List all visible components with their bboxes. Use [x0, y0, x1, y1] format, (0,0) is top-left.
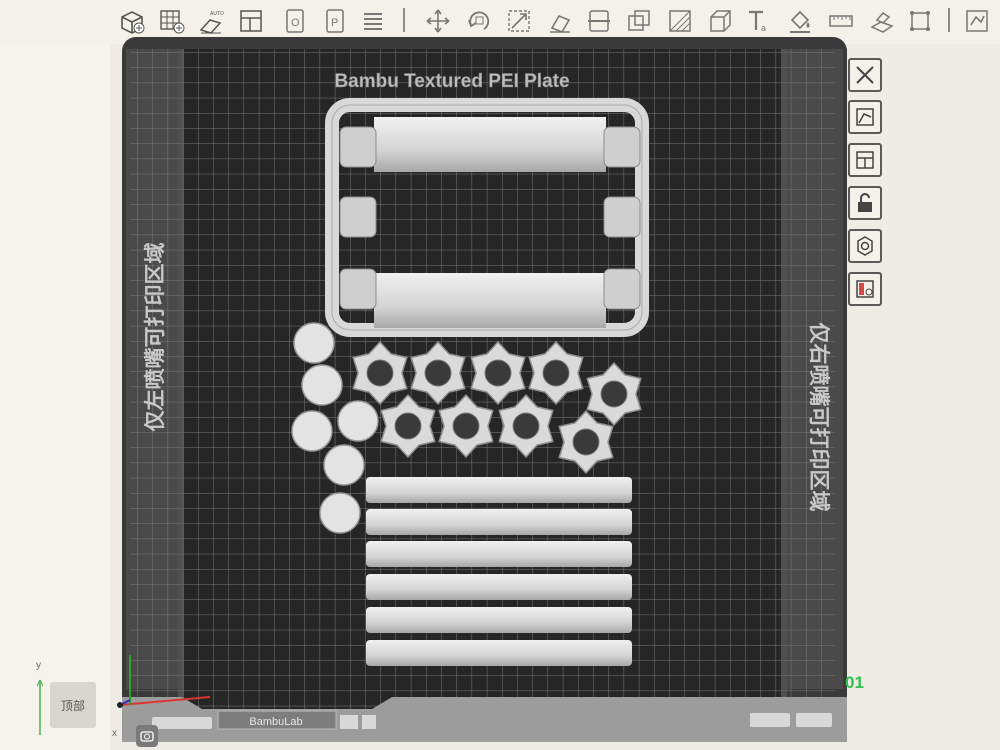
build-plate[interactable]: Bambu Textured PEI Plate 仅左喷嘴可打印区域 仅右喷嘴可… — [122, 37, 847, 742]
rotate-icon[interactable] — [464, 6, 494, 36]
gear-hole — [394, 412, 422, 440]
axes-gizmo — [36, 655, 211, 735]
axis-x-label: x — [112, 728, 117, 739]
plate-filament-button[interactable] — [848, 272, 882, 306]
fit-view-icon[interactable] — [905, 6, 935, 36]
variable-layer-icon[interactable] — [962, 6, 992, 36]
add-plate-icon[interactable] — [157, 6, 187, 36]
split-objects-icon[interactable]: O — [280, 6, 310, 36]
gear-hole — [484, 359, 512, 387]
arrange-plate-button[interactable] — [848, 143, 882, 177]
gear-hole — [600, 380, 628, 408]
arrange-icon — [856, 151, 874, 169]
measure-icon[interactable] — [826, 6, 856, 36]
scale-icon[interactable] — [504, 6, 534, 36]
split-parts-icon[interactable]: P — [320, 6, 350, 36]
camera-icon — [140, 731, 154, 742]
add-object-icon[interactable] — [117, 6, 147, 36]
gear-hole — [452, 412, 480, 440]
gear-hole — [366, 359, 394, 387]
svg-text:P: P — [331, 17, 338, 29]
auto-orient-plate-button[interactable] — [848, 100, 882, 134]
svg-text:a: a — [761, 23, 766, 33]
move-icon[interactable] — [423, 6, 453, 36]
assembly-icon[interactable] — [867, 6, 897, 36]
lock-plate-button[interactable] — [848, 186, 882, 220]
layers-icon[interactable] — [358, 6, 388, 36]
left-panel — [0, 44, 110, 750]
brand-logo-text: BambuLab — [249, 716, 302, 728]
support-paint-icon[interactable] — [665, 6, 695, 36]
filament-icon — [856, 280, 874, 298]
plate-number: 01 — [845, 673, 864, 692]
orient-icon — [856, 108, 874, 126]
toolbar-separator — [948, 8, 950, 32]
right-nozzle-zone-label: 仅右喷嘴可打印区域 — [807, 322, 831, 512]
text-icon[interactable]: a — [744, 6, 774, 36]
camera-reset-button[interactable] — [136, 725, 158, 747]
axis-y-label: y — [36, 660, 41, 671]
auto-orient-icon[interactable]: AUTO — [196, 6, 226, 36]
gear-icon — [857, 236, 873, 256]
close-plate-button[interactable] — [848, 58, 882, 92]
gear-hole — [572, 428, 600, 456]
lock-icon — [858, 193, 872, 212]
color-paint-icon[interactable] — [785, 6, 815, 36]
plate-settings-button[interactable] — [848, 229, 882, 263]
gear-hole — [512, 412, 540, 440]
seam-paint-icon[interactable] — [705, 6, 735, 36]
auto-orient-label: AUTO — [210, 11, 224, 17]
close-icon — [856, 66, 874, 84]
gear-hole — [542, 359, 570, 387]
plate-title: Bambu Textured PEI Plate — [334, 71, 569, 92]
gear-hole — [424, 359, 452, 387]
boolean-icon[interactable] — [624, 6, 654, 36]
arrange-icon[interactable] — [236, 6, 266, 36]
svg-text:O: O — [291, 17, 300, 29]
toolbar-separator — [403, 8, 405, 32]
left-nozzle-zone-label: 仅左喷嘴可打印区域 — [143, 243, 167, 433]
cut-icon[interactable] — [584, 6, 614, 36]
lay-on-face-icon[interactable] — [545, 6, 575, 36]
